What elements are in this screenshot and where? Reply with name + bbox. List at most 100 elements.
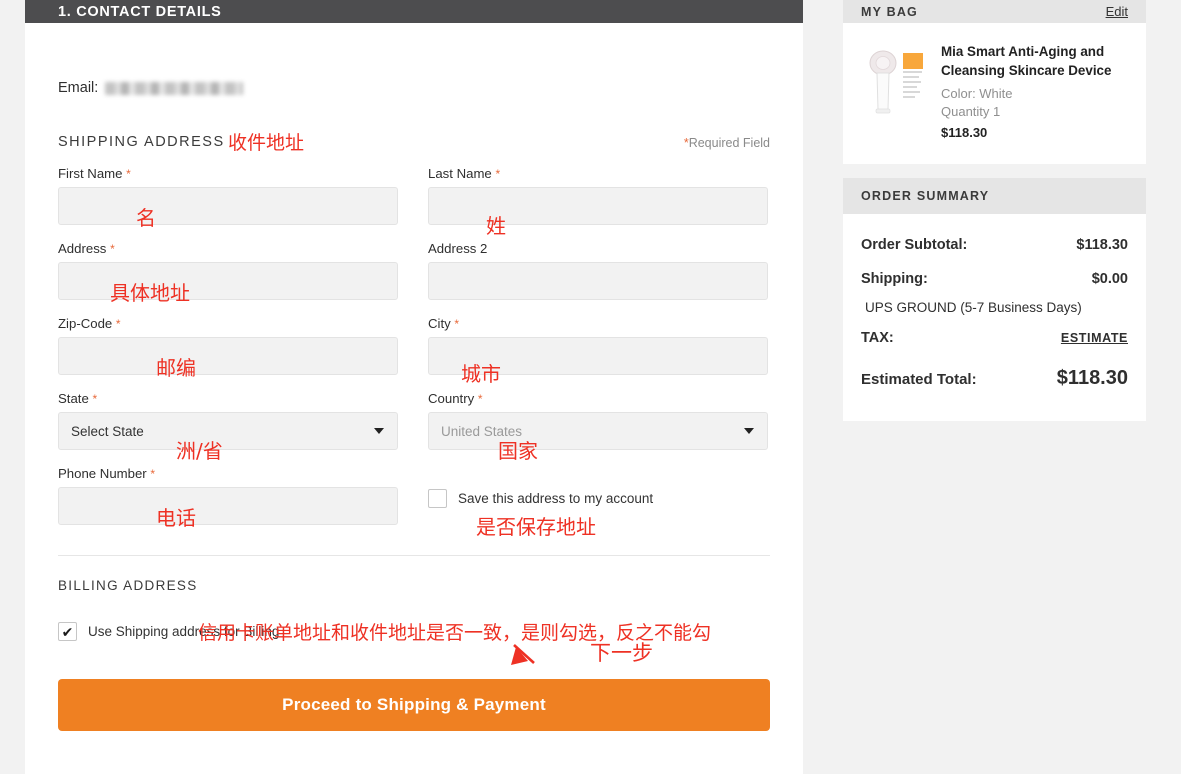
estimated-total-row: Estimated Total: $118.30 bbox=[861, 355, 1128, 399]
city-label-text: City bbox=[428, 316, 451, 331]
subtotal-label: Order Subtotal: bbox=[861, 237, 967, 253]
save-address-label: Save this address to my account bbox=[458, 491, 653, 506]
annotation-shipping-address: 收件地址 bbox=[228, 128, 304, 155]
section-divider bbox=[58, 555, 770, 556]
use-shipping-for-billing-row[interactable]: ✔ Use Shipping address for Billing bbox=[58, 622, 770, 641]
product-color: Color: White bbox=[941, 85, 1128, 103]
shipping-label: Shipping: bbox=[861, 271, 928, 287]
product-info: Mia Smart Anti-Aging and Cleansing Skinc… bbox=[941, 43, 1128, 140]
last-name-label: Last Name * bbox=[428, 166, 768, 181]
phone-label-text: Phone Number bbox=[58, 466, 147, 481]
zip-required: * bbox=[116, 317, 121, 331]
annotation-save-address: 是否保存地址 bbox=[476, 511, 596, 540]
chevron-down-icon bbox=[744, 428, 754, 434]
edit-bag-link[interactable]: Edit bbox=[1106, 4, 1128, 19]
email-row: Email: bbox=[58, 80, 770, 96]
tax-label: TAX: bbox=[861, 330, 894, 346]
shipping-address-title: SHIPPING ADDRESS bbox=[58, 134, 225, 150]
zip-label-text: Zip-Code bbox=[58, 316, 112, 331]
zip-label: Zip-Code * bbox=[58, 316, 398, 331]
zip-city-row: Zip-Code * 邮编 City * 城市 bbox=[58, 316, 770, 375]
address-row: Address * 具体地址 Address 2 bbox=[58, 241, 770, 300]
first-name-label: First Name * bbox=[58, 166, 398, 181]
address2-label: Address 2 bbox=[428, 241, 768, 256]
step-header: 1. CONTACT DETAILS bbox=[25, 0, 803, 23]
product-price: $118.30 bbox=[941, 125, 1128, 140]
last-name-required: * bbox=[495, 167, 500, 181]
use-shipping-for-billing-checkbox[interactable]: ✔ bbox=[58, 622, 77, 641]
address-label-text: Address bbox=[58, 241, 106, 256]
billing-checkbox-area: 信用卡账单地址和收件地址是否一致，是则勾选，反之不能勾 ✔ Use Shippi… bbox=[58, 622, 770, 641]
order-summary-body: Order Subtotal: $118.30 Shipping: $0.00 … bbox=[843, 214, 1146, 421]
order-summary-header: ORDER SUMMARY bbox=[843, 178, 1146, 214]
state-required: * bbox=[92, 392, 97, 406]
chevron-down-icon bbox=[374, 428, 384, 434]
last-name-label-text: Last Name bbox=[428, 166, 492, 181]
save-address-group: Save this address to my account 是否保存地址 bbox=[428, 466, 768, 525]
last-name-group: Last Name * 姓 bbox=[428, 166, 768, 225]
billing-address-title: BILLING ADDRESS bbox=[58, 578, 770, 593]
country-select[interactable]: United States bbox=[428, 412, 768, 450]
city-input[interactable] bbox=[428, 337, 768, 375]
city-required: * bbox=[454, 317, 459, 331]
state-select[interactable]: Select State bbox=[58, 412, 398, 450]
product-quantity: Quantity 1 bbox=[941, 103, 1128, 121]
proceed-to-shipping-payment-button[interactable]: Proceed to Shipping & Payment bbox=[58, 679, 770, 731]
order-sidebar: MY BAG Edit Mia bbox=[843, 0, 1146, 421]
subtotal-value: $118.30 bbox=[1076, 237, 1128, 253]
subtotal-row: Order Subtotal: $118.30 bbox=[861, 228, 1128, 262]
required-field-text: Required Field bbox=[689, 136, 770, 150]
country-label-text: Country bbox=[428, 391, 474, 406]
state-select-value: Select State bbox=[71, 424, 144, 439]
estimate-tax-link[interactable]: ESTIMATE bbox=[1061, 331, 1128, 345]
cta-area: 下一步 Proceed to Shipping & Payment bbox=[58, 679, 770, 731]
address2-label-text: Address 2 bbox=[428, 241, 487, 256]
estimated-total-label: Estimated Total: bbox=[861, 371, 977, 388]
my-bag-title: MY BAG bbox=[861, 5, 918, 19]
address2-group: Address 2 bbox=[428, 241, 768, 300]
address-group: Address * 具体地址 bbox=[58, 241, 398, 300]
first-name-group: First Name * 名 bbox=[58, 166, 398, 225]
bag-item-row: Mia Smart Anti-Aging and Cleansing Skinc… bbox=[843, 23, 1146, 164]
save-address-checkbox-row[interactable]: Save this address to my account bbox=[428, 489, 768, 508]
country-required: * bbox=[478, 392, 483, 406]
state-group: State * Select State 洲/省 bbox=[58, 391, 398, 450]
product-thumbnail bbox=[861, 43, 927, 127]
step-header-label: 1. CONTACT DETAILS bbox=[58, 4, 222, 20]
product-name: Mia Smart Anti-Aging and Cleansing Skinc… bbox=[941, 43, 1128, 80]
phone-save-row: Phone Number * 电话 Save this address to m… bbox=[58, 466, 770, 525]
save-address-checkbox[interactable] bbox=[428, 489, 447, 508]
estimated-total-value: $118.30 bbox=[1057, 367, 1128, 390]
address2-input[interactable] bbox=[428, 262, 768, 300]
name-row: First Name * 名 Last Name * 姓 bbox=[58, 166, 770, 225]
country-group: Country * United States 国家 bbox=[428, 391, 768, 450]
last-name-input[interactable] bbox=[428, 187, 768, 225]
annotation-next-step-arrow: 下一步 bbox=[508, 641, 648, 686]
address-label: Address * bbox=[58, 241, 398, 256]
order-summary-title: ORDER SUMMARY bbox=[861, 189, 989, 203]
state-label: State * bbox=[58, 391, 398, 406]
country-select-value: United States bbox=[441, 424, 522, 439]
address-required: * bbox=[110, 242, 115, 256]
required-field-note: *Required Field bbox=[684, 136, 770, 150]
shipping-form: Email: SHIPPING ADDRESS 收件地址 *Required F… bbox=[25, 80, 803, 731]
address-input[interactable] bbox=[58, 262, 398, 300]
first-name-label-text: First Name bbox=[58, 166, 122, 181]
zip-input[interactable] bbox=[58, 337, 398, 375]
city-label: City * bbox=[428, 316, 768, 331]
my-bag-header: MY BAG Edit bbox=[843, 0, 1146, 23]
state-label-text: State bbox=[58, 391, 89, 406]
tax-row: TAX: ESTIMATE bbox=[861, 321, 1128, 355]
phone-input[interactable] bbox=[58, 487, 398, 525]
phone-required: * bbox=[150, 467, 155, 481]
city-group: City * 城市 bbox=[428, 316, 768, 375]
first-name-required: * bbox=[126, 167, 131, 181]
email-label: Email: bbox=[58, 80, 98, 96]
use-shipping-for-billing-label: Use Shipping address for Billing bbox=[88, 624, 279, 639]
state-country-row: State * Select State 洲/省 Country * bbox=[58, 391, 770, 450]
shipping-value: $0.00 bbox=[1092, 271, 1128, 287]
phone-group: Phone Number * 电话 bbox=[58, 466, 398, 525]
first-name-input[interactable] bbox=[58, 187, 398, 225]
skincare-device-image bbox=[861, 43, 927, 127]
shipping-row: Shipping: $0.00 bbox=[861, 262, 1128, 296]
